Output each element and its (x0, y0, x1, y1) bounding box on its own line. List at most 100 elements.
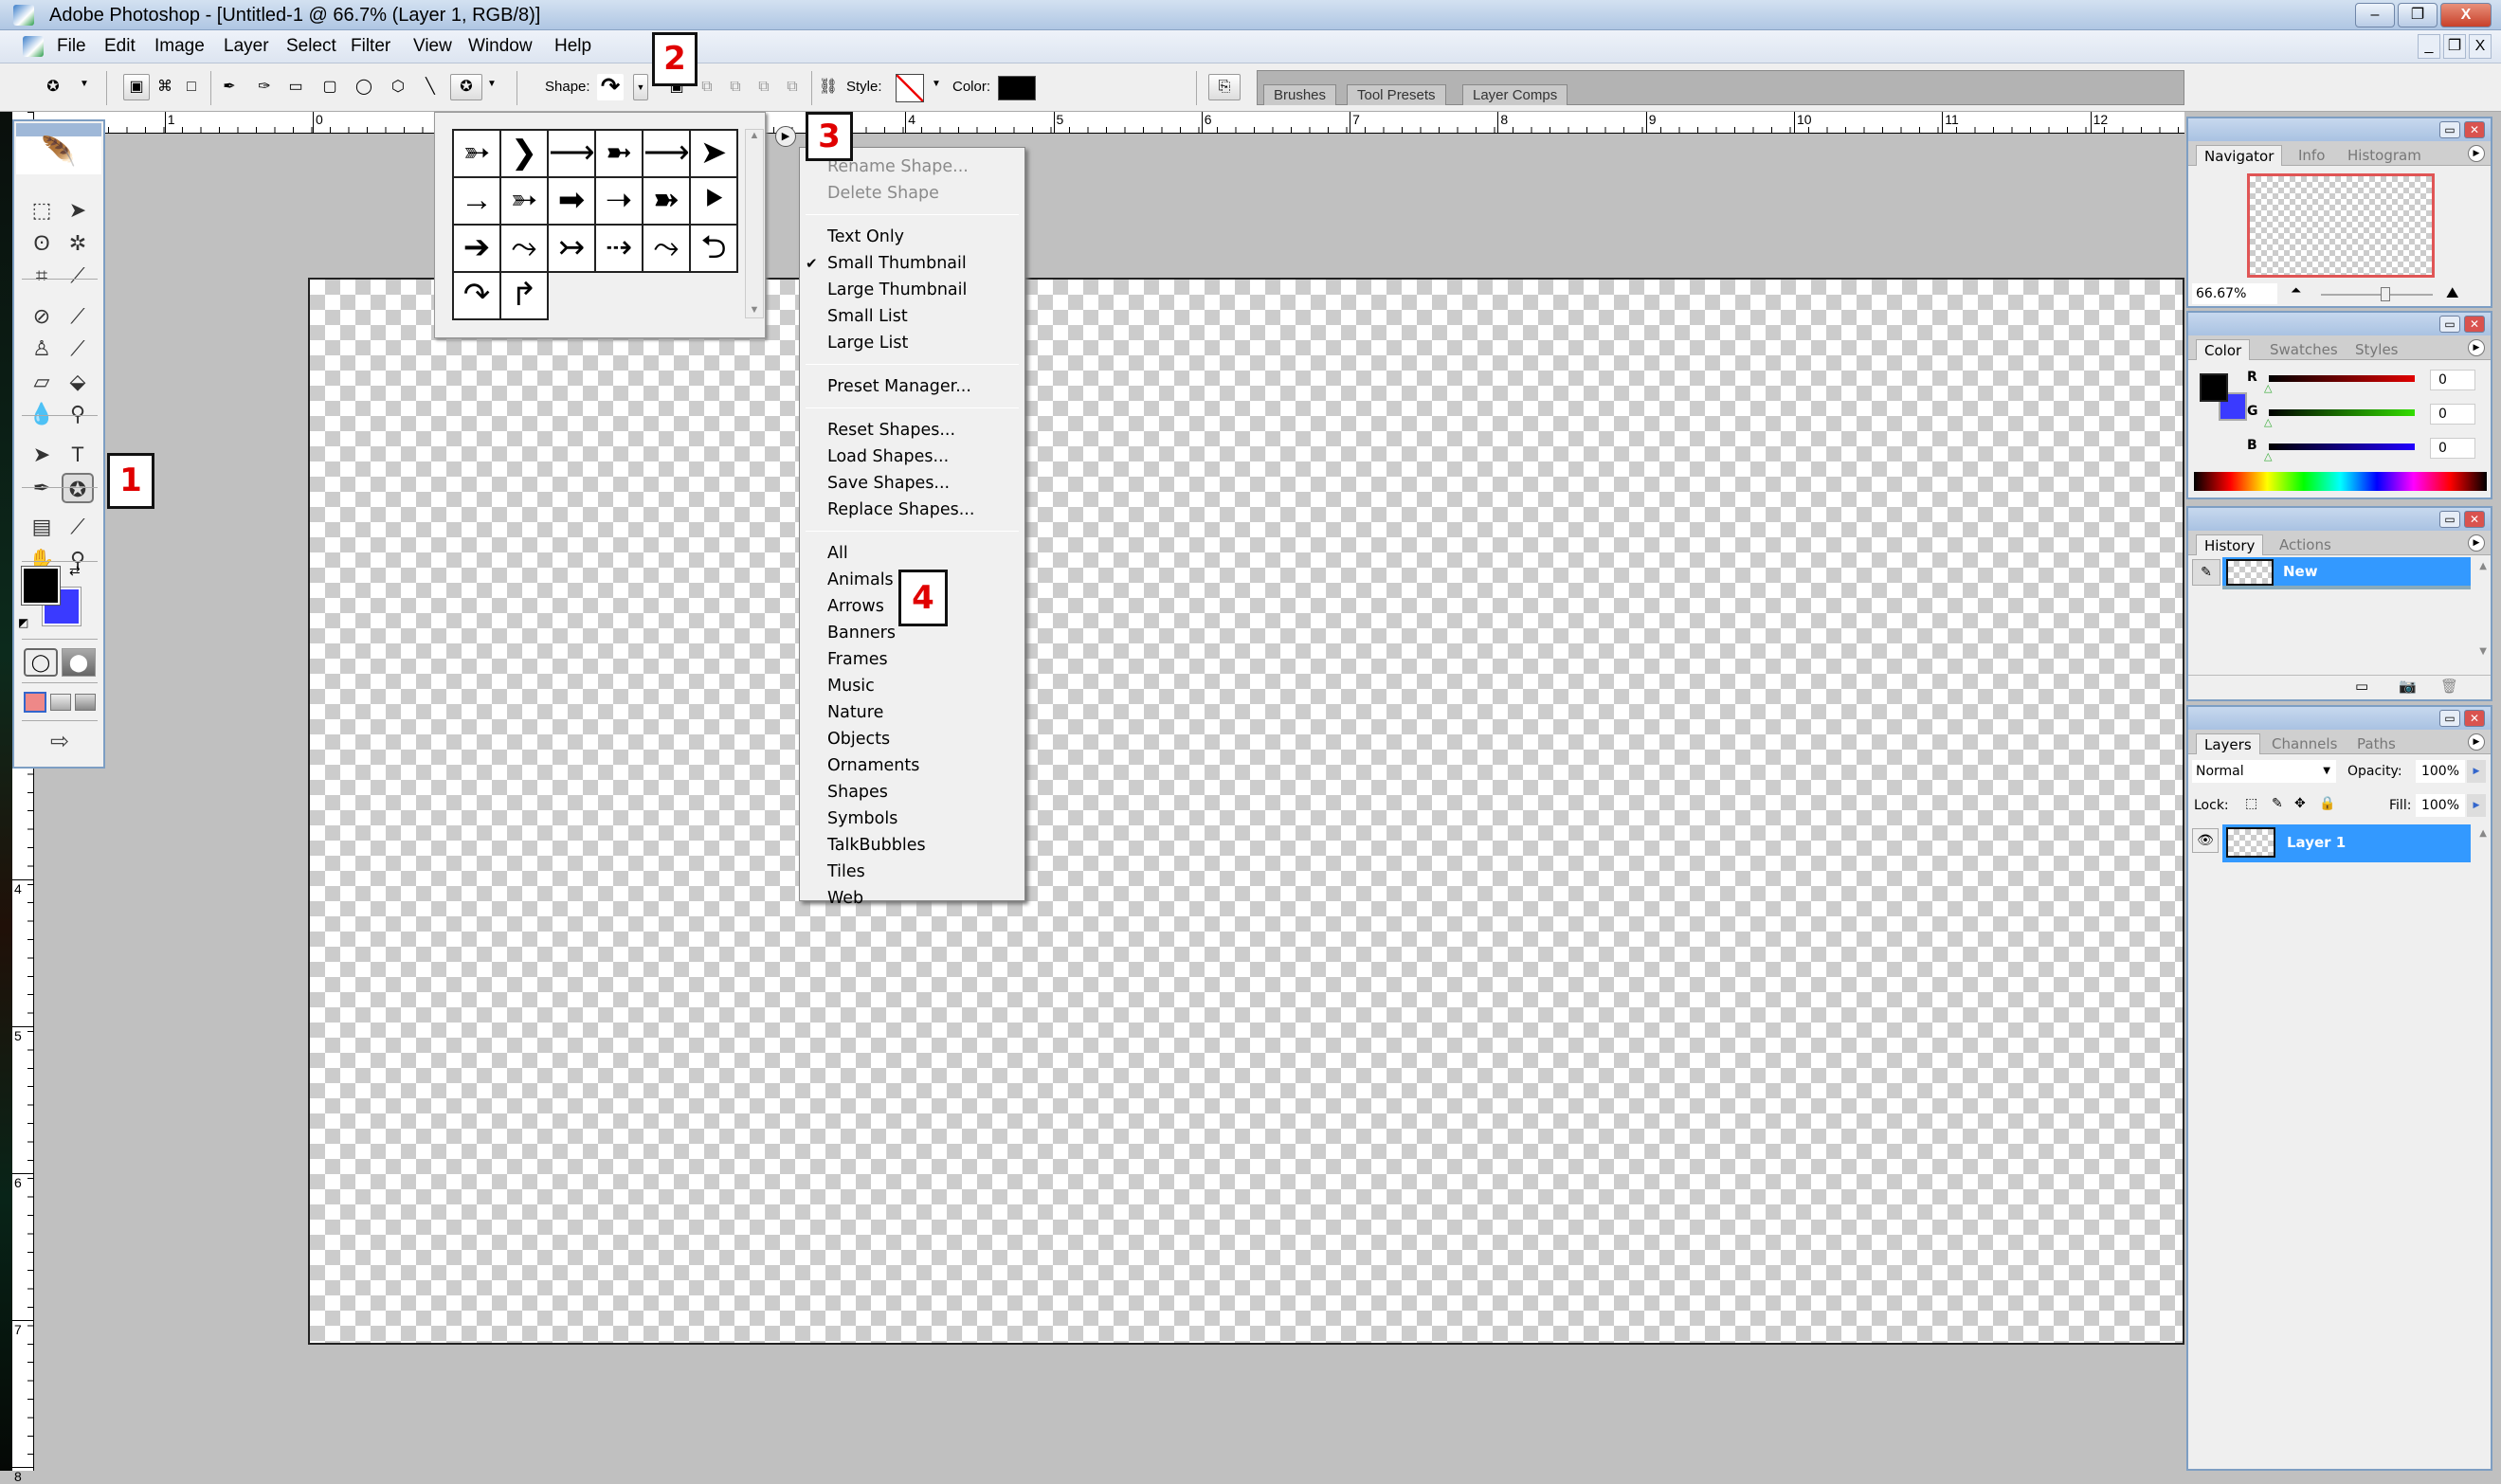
shape-thumbnail[interactable]: ⮌ (691, 226, 738, 273)
menu-view[interactable]: View (413, 36, 452, 57)
panel-close-button[interactable]: ✕ (2464, 710, 2485, 727)
shape-thumbnail[interactable]: ⤳ (643, 226, 691, 273)
zoom-out-icon[interactable]: ⏶ (2291, 283, 2301, 299)
shape-picker-menu-button[interactable]: ▶ (775, 126, 796, 147)
shape-thumbnail[interactable]: ➳ (501, 178, 549, 226)
menu-filter[interactable]: Filter (351, 36, 390, 57)
polygon-tool-button[interactable]: ⬡ (385, 74, 411, 100)
scroll-up-icon[interactable]: ▲ (746, 130, 763, 141)
menu-item-large-thumbnail[interactable]: Large Thumbnail (800, 277, 1024, 303)
opacity-field[interactable]: 100% (2416, 760, 2465, 783)
menu-item-load-shapes[interactable]: Load Shapes... (800, 443, 1024, 470)
zoom-slider-thumb[interactable] (2381, 287, 2391, 301)
shape-picker-dropdown[interactable]: ▼ (633, 74, 648, 100)
foreground-color-swatch[interactable] (2200, 373, 2228, 402)
channel-value-field[interactable]: 0 (2430, 404, 2475, 425)
panel-minimize-button[interactable]: ▭ (2439, 511, 2460, 528)
shape-thumbnail[interactable]: ↣ (549, 226, 596, 273)
eraser-tool[interactable]: ▱ (26, 367, 58, 397)
scroll-up-icon[interactable]: ▲ (2479, 561, 2487, 571)
menu-item-text-only[interactable]: Text Only (800, 224, 1024, 250)
channel-value-field[interactable]: 0 (2430, 438, 2475, 459)
panel-close-button[interactable]: ✕ (2464, 121, 2485, 138)
shape-thumbnail[interactable]: ➔ (454, 226, 501, 273)
foreground-color-swatch[interactable] (21, 566, 61, 606)
shape-thumbnail[interactable]: ❯ (501, 131, 549, 178)
magic-wand-tool[interactable]: ✲ (62, 228, 94, 259)
slider-thumb-icon[interactable]: △ (2264, 382, 2272, 394)
fill-slider-button[interactable]: ▶ (2467, 794, 2486, 817)
doc-close-button[interactable]: X (2469, 34, 2492, 59)
shape-thumbnail[interactable]: ➳ (454, 131, 501, 178)
doc-restore-button[interactable]: ❐ (2443, 34, 2466, 59)
shape-thumbnail[interactable]: ⤳ (501, 226, 549, 273)
color-swatch[interactable] (998, 76, 1036, 100)
pen-tool[interactable]: ✒ (26, 473, 58, 503)
shape-thumbnail[interactable]: → (454, 178, 501, 226)
channel-slider[interactable] (2269, 375, 2415, 382)
menu-item-reset-shapes[interactable]: Reset Shapes... (800, 417, 1024, 443)
slider-thumb-icon[interactable]: △ (2264, 450, 2272, 462)
shape-thumbnail[interactable]: ⯈ (691, 178, 738, 226)
restore-button[interactable]: ❐ (2398, 3, 2438, 27)
new-document-from-state-icon[interactable]: ▭ (2355, 678, 2368, 695)
color-spectrum-ramp[interactable] (2194, 472, 2487, 491)
menu-image[interactable]: Image (154, 36, 205, 57)
ellipse-tool-button[interactable]: ◯ (351, 74, 377, 100)
full-screen-menu-mode-button[interactable] (50, 694, 71, 711)
tab-history[interactable]: History (2196, 534, 2264, 555)
tab-tool-presets[interactable]: Tool Presets (1347, 84, 1446, 105)
shape-thumbnail[interactable]: ⟶ (549, 131, 596, 178)
panel-menu-icon[interactable]: ▶ (2468, 339, 2485, 356)
panel-menu-icon[interactable]: ▶ (2468, 145, 2485, 162)
lock-transparency-icon[interactable]: ⬚ (2245, 796, 2257, 811)
document-canvas[interactable] (308, 278, 2184, 1345)
layer-row[interactable]: Layer 1 (2222, 824, 2471, 862)
crop-tool[interactable]: ⌗ (26, 261, 58, 291)
menu-item-music[interactable]: Music (800, 673, 1024, 699)
shape-thumbnail[interactable]: ⟶ (643, 131, 691, 178)
tab-styles[interactable]: Styles (2347, 339, 2406, 360)
move-tool[interactable]: ➤ (62, 195, 94, 226)
pen-tool-button[interactable]: ✒ (216, 74, 243, 100)
close-button[interactable]: X (2440, 3, 2492, 27)
standard-screen-mode-button[interactable] (24, 692, 46, 713)
panel-minimize-button[interactable]: ▭ (2439, 316, 2460, 333)
menu-item-frames[interactable]: Frames (800, 646, 1024, 673)
panel-menu-icon[interactable]: ▶ (2468, 534, 2485, 552)
menu-help[interactable]: Help (554, 36, 591, 57)
menu-item-small-list[interactable]: Small List (800, 303, 1024, 330)
shape-preview[interactable]: ↷ (597, 74, 624, 100)
shape-thumbnail[interactable]: ⇢ (596, 226, 643, 273)
tab-channels[interactable]: Channels (2264, 733, 2345, 754)
menu-item-objects[interactable]: Objects (800, 726, 1024, 752)
standard-mode-button[interactable]: ◯ (24, 648, 58, 677)
history-state-new[interactable]: New (2222, 557, 2471, 589)
lock-image-icon[interactable]: ✎ (2272, 796, 2283, 811)
new-snapshot-icon[interactable]: 📷 (2399, 678, 2417, 695)
menu-window[interactable]: Window (468, 36, 533, 57)
fill-field[interactable]: 100% (2416, 794, 2465, 817)
trash-icon[interactable]: 🗑 (2440, 678, 2458, 695)
scroll-up-icon[interactable]: ▲ (2479, 828, 2487, 839)
menu-item-replace-shapes[interactable]: Replace Shapes... (800, 497, 1024, 523)
panel-minimize-button[interactable]: ▭ (2439, 710, 2460, 727)
blur-tool[interactable]: 💧 (26, 399, 58, 429)
channel-value-field[interactable]: 0 (2430, 370, 2475, 390)
add-to-shape-area-button[interactable]: ⧉ (694, 74, 720, 100)
layer-visibility-eye-icon[interactable]: 👁 (2192, 828, 2219, 853)
fill-pixels-button[interactable]: □ (178, 74, 205, 100)
menu-item-nature[interactable]: Nature (800, 699, 1024, 726)
toggle-palettes-button[interactable]: ⎘ (1208, 74, 1241, 100)
dodge-tool[interactable]: ⚲ (62, 399, 94, 429)
brush-tool[interactable]: ⟋ (62, 301, 94, 332)
menu-item-ornaments[interactable]: Ornaments (800, 752, 1024, 779)
slice-tool[interactable]: ⟋ (62, 261, 94, 291)
healing-brush-tool[interactable]: ⊘ (26, 301, 58, 332)
scroll-down-icon[interactable]: ▼ (2479, 646, 2487, 657)
subtract-shape-area-button[interactable]: ⧉ (722, 74, 749, 100)
tab-navigator[interactable]: Navigator (2196, 145, 2283, 166)
history-brush-tool[interactable]: ⟋ (62, 334, 94, 364)
menu-item-talkbubbles[interactable]: TalkBubbles (800, 832, 1024, 859)
lock-position-icon[interactable]: ✥ (2294, 796, 2306, 811)
